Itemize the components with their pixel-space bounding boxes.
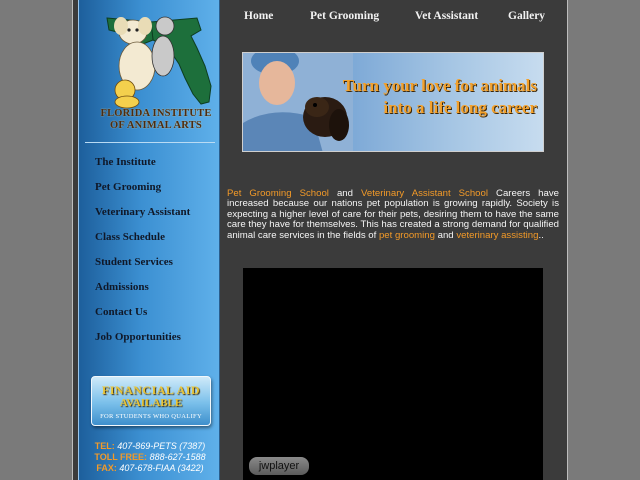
sidebar-item-veterinary-assistant[interactable]: Veterinary Assistant: [95, 200, 190, 225]
financial-aid-note: FOR STUDENTS WHO QUALIFY: [100, 413, 202, 420]
logo-text: FLORIDA INSTITUTE OF ANIMAL ARTS: [89, 108, 223, 132]
intro-and-1: and: [328, 188, 361, 199]
sidebar-item-student-services[interactable]: Student Services: [95, 250, 190, 275]
site-logo[interactable]: FLORIDA INSTITUTE OF ANIMAL ARTS: [85, 4, 217, 138]
contact-tel: TEL: 407-869-PETS (7387): [79, 441, 221, 452]
contact-fax: FAX: 407-678-FIAA (3422): [79, 463, 221, 474]
pet-grooming-school-link[interactable]: Pet Grooming School: [227, 188, 329, 199]
financial-aid-button[interactable]: FINANCIAL AID AVAILABLE FOR STUDENTS WHO…: [91, 376, 211, 426]
tel-extra: (7387): [179, 441, 206, 451]
sidebar-item-contact-us[interactable]: Contact Us: [95, 300, 190, 325]
hero-banner: Turn your love for animals into a life l…: [242, 52, 544, 152]
financial-aid-subtitle: AVAILABLE: [119, 397, 183, 409]
intro-paragraph: Pet Grooming School and Veterinary Assis…: [227, 188, 559, 241]
sidebar: FLORIDA INSTITUTE OF ANIMAL ARTS The Ins…: [78, 0, 220, 480]
banner-tagline: Turn your love for animals into a life l…: [337, 75, 537, 119]
fax-extra: (3422): [177, 463, 204, 473]
banner-tagline-line2: into a life long career: [383, 98, 537, 117]
top-nav: Home Pet Grooming Vet Assistant Gallery: [226, 10, 566, 28]
tel-value[interactable]: 407-869-PETS: [117, 441, 177, 451]
sidebar-item-job-opportunities[interactable]: Job Opportunities: [95, 325, 190, 350]
financial-aid-title: FINANCIAL AID: [101, 383, 201, 397]
sidebar-item-the-institute[interactable]: The Institute: [95, 150, 190, 175]
jwplayer-badge[interactable]: jwplayer: [249, 457, 309, 475]
tollfree-label: TOLL FREE:: [94, 452, 148, 462]
logo-text-line2: OF ANIMAL ARTS: [110, 120, 202, 131]
contact-info: TEL: 407-869-PETS (7387) TOLL FREE: 888-…: [79, 441, 221, 474]
sidebar-item-admissions[interactable]: Admissions: [95, 275, 190, 300]
topnav-vet-assistant[interactable]: Vet Assistant: [415, 10, 478, 22]
veterinary-assistant-school-link[interactable]: Veterinary Assistant School: [361, 188, 488, 199]
topnav-pet-grooming[interactable]: Pet Grooming: [310, 10, 379, 22]
sidebar-divider: [85, 142, 215, 143]
fax-value: 407-678-FIAA: [119, 463, 176, 473]
tollfree-value[interactable]: 888-627-1588: [150, 452, 206, 462]
sidebar-item-pet-grooming[interactable]: Pet Grooming: [95, 175, 190, 200]
video-player[interactable]: jwplayer: [243, 268, 543, 480]
topnav-home[interactable]: Home: [244, 10, 273, 22]
veterinary-assisting-link[interactable]: veterinary assisting: [456, 230, 538, 241]
contact-tollfree: TOLL FREE: 888-627-1588: [79, 452, 221, 463]
pet-grooming-link[interactable]: pet grooming: [379, 230, 435, 241]
intro-and-2: and: [434, 229, 457, 241]
sidebar-nav: The Institute Pet Grooming Veterinary As…: [95, 150, 190, 350]
tel-label: TEL:: [94, 441, 115, 451]
logo-text-line1: FLORIDA INSTITUTE: [100, 108, 212, 119]
sidebar-item-class-schedule[interactable]: Class Schedule: [95, 225, 190, 250]
fax-label: FAX:: [96, 463, 117, 473]
intro-end: ..: [538, 229, 544, 241]
topnav-gallery[interactable]: Gallery: [508, 10, 545, 22]
banner-tagline-line1: Turn your love for animals: [342, 76, 537, 95]
